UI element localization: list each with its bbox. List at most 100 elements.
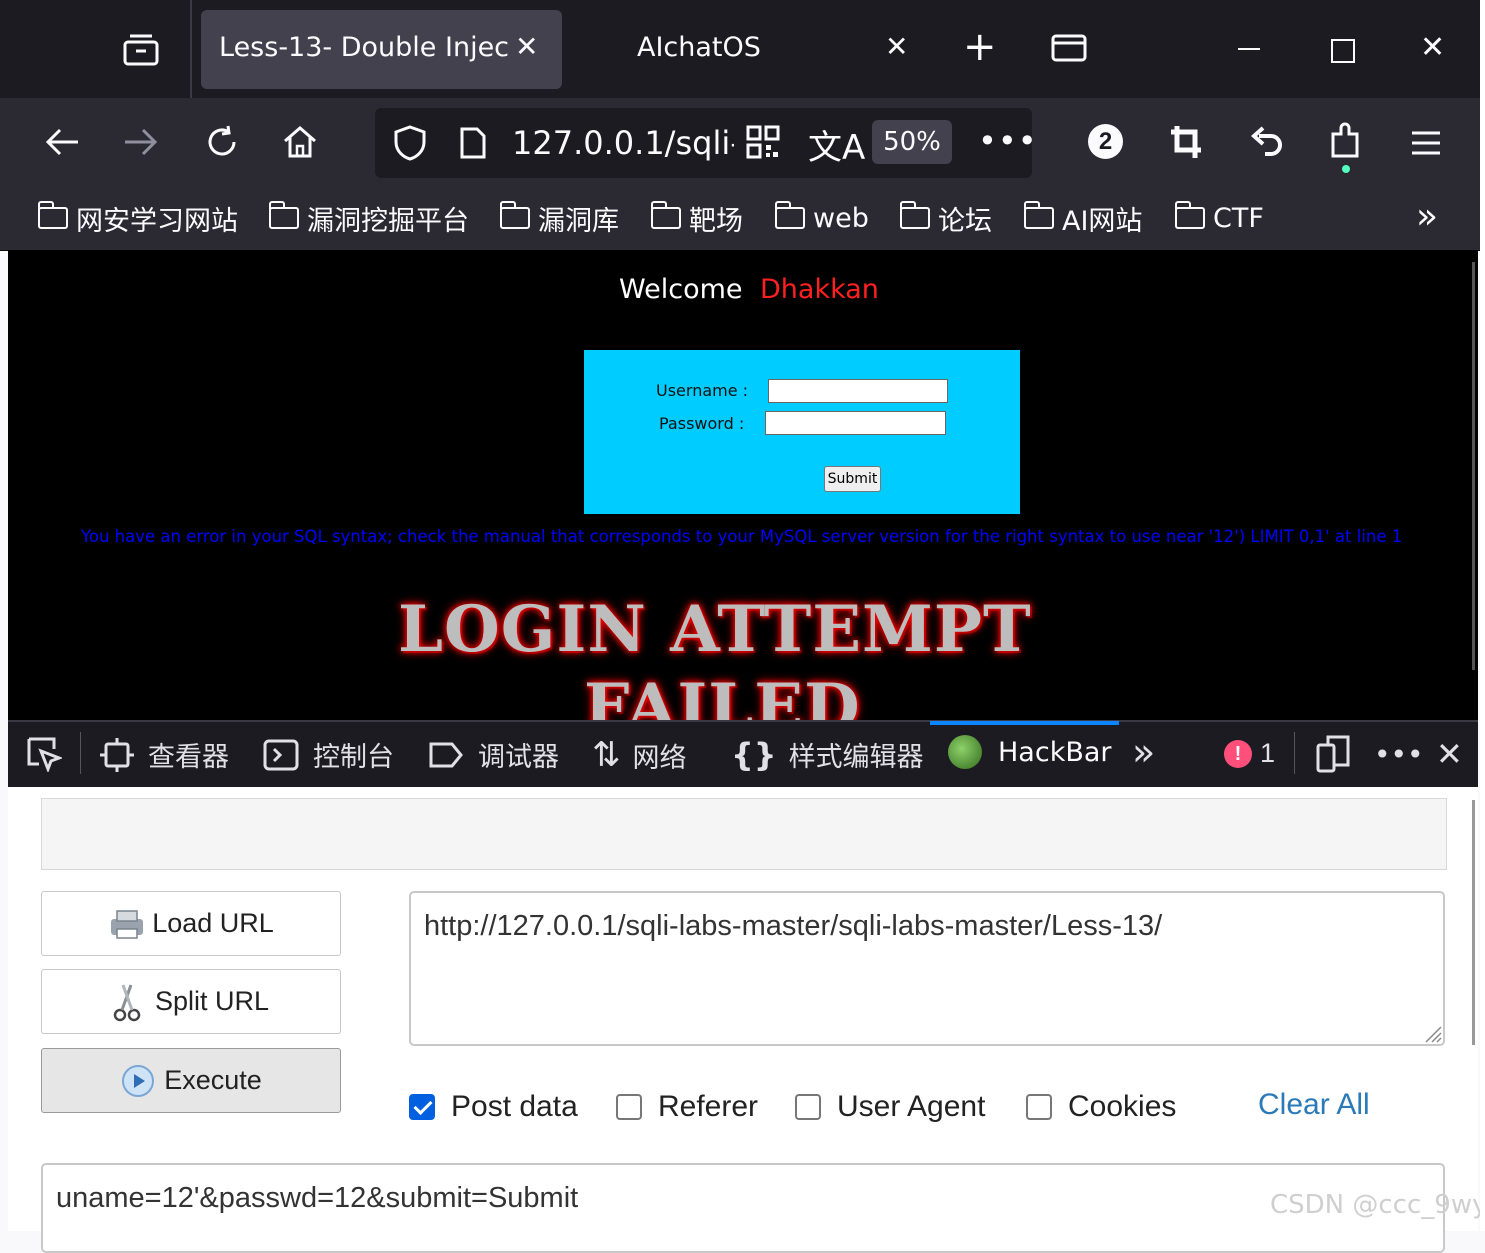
- maximize-icon[interactable]: [1331, 39, 1355, 63]
- welcome-user: Dhakkan: [760, 274, 879, 305]
- error-icon: !: [1224, 739, 1252, 768]
- password-label: Password :: [659, 414, 745, 433]
- tab-inspector[interactable]: 查看器: [100, 735, 229, 774]
- bookmark-folder[interactable]: AI网站: [1023, 198, 1142, 238]
- extensions-icon[interactable]: [1329, 122, 1363, 167]
- page-scrollbar[interactable]: [1472, 262, 1475, 670]
- url-value: http://127.0.0.1/sqli-labs-master/sqli-l…: [424, 910, 1163, 942]
- resize-handle-icon[interactable]: [1424, 1025, 1442, 1048]
- qr-code-icon[interactable]: [746, 125, 780, 164]
- username-input[interactable]: [768, 379, 948, 403]
- tab-label: HackBar: [998, 736, 1112, 768]
- execute-button[interactable]: Execute: [41, 1048, 341, 1113]
- folder-icon: [37, 201, 68, 229]
- tab-label: 控制台: [313, 742, 394, 773]
- button-label: Execute: [164, 1065, 262, 1095]
- button-label: Split URL: [154, 986, 270, 1016]
- error-count[interactable]: ! 1: [1224, 738, 1275, 769]
- bookmark-label: 网安学习网站: [76, 205, 238, 237]
- close-devtools-icon[interactable]: ✕: [1436, 735, 1463, 773]
- tab-label: 查看器: [148, 742, 229, 773]
- panel-scrollbar[interactable]: [1472, 800, 1475, 1045]
- style-editor-icon: {}: [731, 735, 777, 774]
- bookmark-folder[interactable]: web: [774, 198, 869, 238]
- login-failed-banner-line2: FAILED: [584, 670, 861, 720]
- clear-all-link[interactable]: Clear All: [1258, 1088, 1370, 1122]
- bookmark-folder[interactable]: CTF: [1174, 198, 1264, 238]
- bookmark-label: 漏洞库: [538, 205, 619, 237]
- checkbox-checked[interactable]: [409, 1094, 435, 1120]
- checkbox-unchecked[interactable]: [1026, 1094, 1052, 1120]
- url-text[interactable]: 127.0.0.1/sqli-l: [512, 124, 734, 162]
- folder-icon: [268, 201, 299, 229]
- tab-title: Less-13- Double Injecti: [219, 32, 509, 63]
- private-window-icon[interactable]: [1051, 34, 1087, 67]
- element-picker-icon[interactable]: [26, 736, 64, 777]
- hackbar-logo-icon: [948, 735, 982, 769]
- zoom-level-button[interactable]: 50%: [872, 120, 952, 164]
- tab-console[interactable]: 控制台: [263, 735, 394, 774]
- close-tab-icon[interactable]: ✕: [515, 30, 538, 63]
- hackbar-top-field[interactable]: [41, 798, 1447, 870]
- new-tab-icon[interactable]: +: [963, 24, 997, 70]
- bookmark-label: 靶场: [689, 205, 743, 237]
- bookmark-folder[interactable]: 漏洞库: [499, 198, 619, 238]
- window-edge: [1480, 0, 1485, 1231]
- bookmark-folder[interactable]: 漏洞挖掘平台: [268, 198, 469, 238]
- load-url-button[interactable]: Load URL: [41, 891, 341, 956]
- user-agent-checkbox[interactable]: User Agent: [795, 1090, 985, 1124]
- tab-label: 样式编辑器: [788, 742, 924, 773]
- undo-icon[interactable]: [1249, 126, 1283, 163]
- forward-icon[interactable]: [123, 126, 159, 163]
- folder-icon: [774, 201, 805, 229]
- bookmarks-overflow-icon[interactable]: »: [1416, 196, 1438, 237]
- checkbox-unchecked[interactable]: [795, 1094, 821, 1120]
- username-label: Username :: [656, 381, 749, 400]
- close-window-icon[interactable]: ✕: [1420, 30, 1445, 65]
- submit-button[interactable]: Submit: [824, 466, 881, 492]
- back-icon[interactable]: [44, 126, 80, 163]
- debugger-icon: [429, 742, 463, 767]
- tab-debugger[interactable]: 调试器: [428, 735, 559, 774]
- more-actions-icon[interactable]: •••: [978, 122, 1038, 160]
- split-url-button[interactable]: Split URL: [41, 969, 341, 1034]
- crop-icon[interactable]: [1169, 124, 1203, 165]
- active-tab-indicator: [930, 721, 1119, 725]
- minimize-icon[interactable]: [1238, 48, 1260, 50]
- load-url-icon: [111, 909, 144, 939]
- play-icon: [122, 1064, 155, 1097]
- post-data-checkbox[interactable]: Post data: [409, 1090, 578, 1124]
- close-tab-icon[interactable]: ✕: [885, 30, 908, 63]
- bookmark-folder[interactable]: 论坛: [899, 198, 992, 238]
- scissors-icon: [113, 983, 141, 1021]
- bookmark-folder[interactable]: 网安学习网站: [37, 198, 238, 238]
- bookmark-label: 漏洞挖掘平台: [307, 205, 469, 237]
- app-menu-icon[interactable]: [1411, 130, 1441, 161]
- checkbox-label: User Agent: [837, 1090, 986, 1123]
- home-icon[interactable]: [282, 124, 318, 165]
- bookmark-folder[interactable]: 靶场: [650, 198, 743, 238]
- referer-checkbox[interactable]: Referer: [616, 1090, 758, 1124]
- notification-badge[interactable]: 2: [1088, 124, 1123, 159]
- checkbox-unchecked[interactable]: [616, 1094, 642, 1120]
- button-label: Load URL: [152, 908, 274, 938]
- devtools-menu-icon[interactable]: •••: [1374, 738, 1424, 771]
- cookies-checkbox[interactable]: Cookies: [1026, 1090, 1176, 1124]
- toolbar-divider: [80, 732, 81, 774]
- folder-icon: [650, 201, 681, 229]
- tab-label: 调试器: [478, 742, 559, 773]
- tab-hackbar[interactable]: HackBar: [948, 735, 1112, 769]
- reload-icon[interactable]: [204, 124, 240, 165]
- responsive-design-icon[interactable]: [1316, 735, 1350, 778]
- error-count-value: 1: [1260, 738, 1276, 768]
- shield-icon[interactable]: [393, 124, 427, 167]
- password-input[interactable]: [765, 411, 946, 435]
- tab-overview-icon[interactable]: [123, 32, 159, 66]
- translate-icon[interactable]: 文A: [808, 120, 865, 169]
- tab-network[interactable]: ⇅ 网络: [592, 735, 687, 775]
- welcome-text: Welcome: [619, 274, 743, 305]
- tab-style-editor[interactable]: {} 样式编辑器: [731, 735, 924, 774]
- tab-aichatos[interactable]: AIchatOS: [637, 32, 761, 63]
- page-icon[interactable]: [459, 126, 487, 165]
- more-tools-icon[interactable]: »: [1132, 730, 1155, 774]
